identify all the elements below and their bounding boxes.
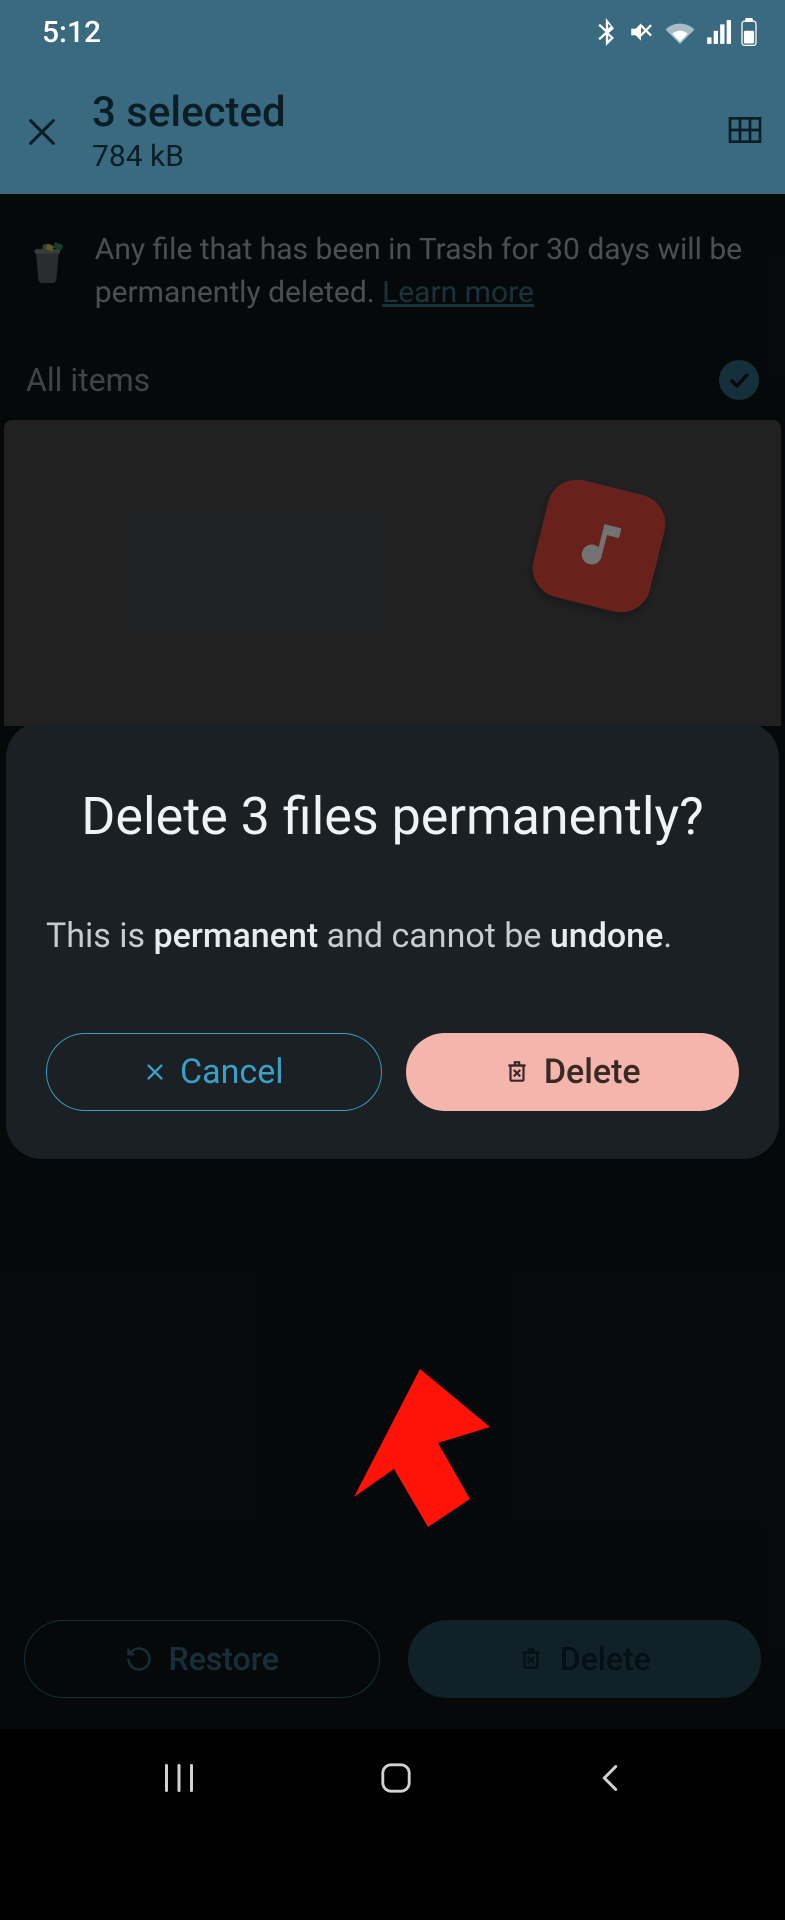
check-icon	[727, 368, 751, 392]
music-note-icon	[563, 510, 636, 583]
signal-icon	[705, 20, 731, 44]
cancel-button[interactable]: Cancel	[46, 1033, 382, 1111]
cancel-label: Cancel	[180, 1052, 284, 1092]
select-all-checkbox[interactable]	[719, 360, 759, 400]
status-bar: 5:12	[0, 0, 785, 70]
restore-button[interactable]: Restore	[24, 1620, 380, 1698]
restore-icon	[125, 1645, 153, 1673]
back-icon	[596, 1762, 624, 1794]
close-icon	[25, 115, 59, 149]
status-icons	[597, 18, 757, 46]
annotation-arrow	[310, 1369, 490, 1569]
android-nav-bar	[0, 1729, 785, 1826]
mute-icon	[627, 19, 655, 45]
status-time: 5:12	[42, 15, 101, 50]
dialog-body: This is permanent and cannot be undone.	[46, 912, 739, 961]
selection-size-label: 784 kB	[92, 139, 697, 174]
grid-icon	[725, 110, 765, 150]
confirm-delete-button[interactable]: Delete	[406, 1033, 740, 1111]
all-items-row[interactable]: All items	[0, 350, 785, 420]
music-file-thumbnail[interactable]	[526, 474, 671, 619]
home-button[interactable]	[378, 1760, 414, 1796]
all-items-label: All items	[26, 361, 150, 399]
recents-icon	[161, 1763, 197, 1793]
confirm-delete-dialog: Delete 3 files permanently? This is perm…	[6, 722, 779, 1159]
confirm-delete-label: Delete	[544, 1052, 641, 1092]
restore-label: Restore	[169, 1640, 279, 1678]
selection-header: 3 selected 784 kB	[0, 70, 785, 194]
back-button[interactable]	[596, 1762, 624, 1794]
dialog-title: Delete 3 files permanently?	[46, 782, 739, 852]
thumbnail-strip	[4, 420, 781, 726]
delete-icon	[518, 1646, 544, 1672]
delete-bar-label: Delete	[560, 1640, 651, 1678]
delete-forever-icon	[504, 1059, 530, 1085]
close-selection-button[interactable]	[20, 110, 64, 154]
learn-more-link[interactable]: Learn more	[382, 275, 534, 310]
content-area: Any file that has been in Trash for 30 d…	[0, 194, 785, 1729]
delete-button-bar[interactable]: Delete	[408, 1620, 762, 1698]
x-icon	[144, 1061, 166, 1083]
view-grid-button[interactable]	[725, 110, 765, 154]
selection-count-label: 3 selected	[92, 90, 697, 136]
recents-button[interactable]	[161, 1763, 197, 1793]
bluetooth-icon	[597, 18, 617, 46]
wifi-icon	[665, 20, 695, 44]
trash-icon	[28, 228, 67, 296]
bottom-action-bar: Restore Delete	[0, 1589, 785, 1729]
battery-icon	[741, 18, 757, 46]
home-icon	[378, 1760, 414, 1796]
trash-info-banner: Any file that has been in Trash for 30 d…	[0, 194, 785, 350]
